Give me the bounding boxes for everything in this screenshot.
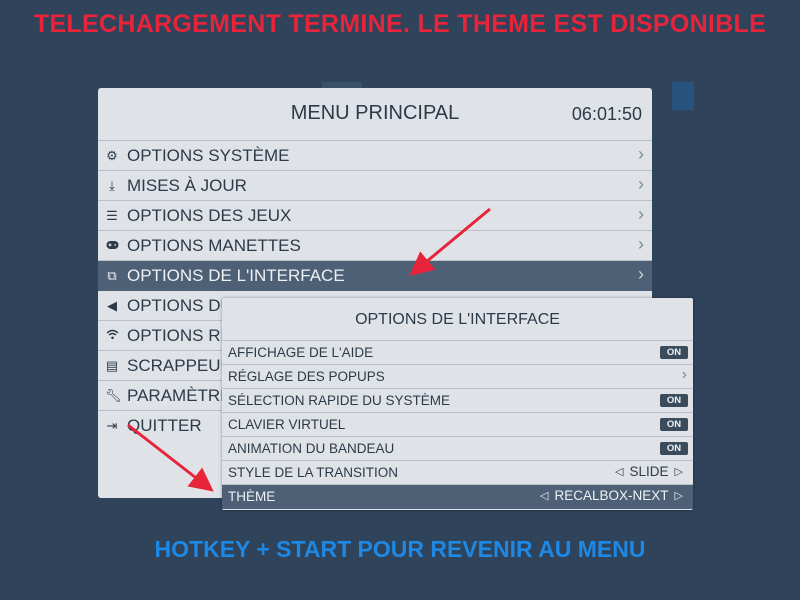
quick-system-select-toggle[interactable]: ON xyxy=(660,394,688,407)
option-quick-system-select[interactable]: SÉLECTION RAPIDE DU SYSTÈME ON xyxy=(222,389,693,413)
option-label: RÉGLAGE DES POPUPS xyxy=(228,369,385,384)
option-transition-style[interactable]: STYLE DE LA TRANSITION ◁ SLIDE ▷ xyxy=(222,461,693,485)
option-label: THÈME xyxy=(228,489,276,504)
interface-icon: ⧉ xyxy=(107,267,117,283)
arrow-right-icon[interactable]: ▷ xyxy=(675,489,683,502)
chevron-right-icon: › xyxy=(681,366,687,383)
interface-menu-title: OPTIONS DE L'INTERFACE xyxy=(222,298,693,341)
menu-item-label: OPTIONS DU xyxy=(127,295,233,315)
menu-item-label: OPTIONS SYSTÈME xyxy=(127,145,290,165)
menu-item-label: SCRAPPEUR xyxy=(127,355,233,375)
menu-item-updates[interactable]: ⤓ MISES À JOUR › xyxy=(98,171,652,201)
chevron-right-icon: › xyxy=(638,144,644,164)
speaker-icon: ◀ xyxy=(107,297,117,313)
help-display-toggle[interactable]: ON xyxy=(660,346,688,359)
menu-item-label: OPTIONS MANETTES xyxy=(127,235,301,255)
wrench-icon: 🔧︎ xyxy=(105,387,122,403)
option-theme[interactable]: THÈME ◁ RECALBOX-NEXT ▷ xyxy=(222,485,693,509)
option-banner-animation[interactable]: ANIMATION DU BANDEAU ON xyxy=(222,437,693,461)
exit-icon: ⇥ xyxy=(106,417,118,433)
option-label: STYLE DE LA TRANSITION xyxy=(228,465,399,480)
menu-item-label: OPTIONS DES JEUX xyxy=(127,205,292,225)
virtual-keyboard-toggle[interactable]: ON xyxy=(660,418,688,431)
chevron-right-icon: › xyxy=(638,174,644,194)
sliders-icon: ☰ xyxy=(106,207,118,223)
picker-value: RECALBOX-NEXT xyxy=(554,488,669,503)
arrow-right-icon[interactable]: ▷ xyxy=(675,465,683,478)
option-virtual-keyboard[interactable]: CLAVIER VIRTUEL ON xyxy=(222,413,693,437)
option-label: CLAVIER VIRTUEL xyxy=(228,417,346,432)
main-menu-title: MENU PRINCIPAL xyxy=(290,102,460,124)
menu-item-game-options[interactable]: ☰ OPTIONS DES JEUX › xyxy=(98,201,652,231)
option-label: SÉLECTION RAPIDE DU SYSTÈME xyxy=(228,393,451,408)
main-menu-header: MENU PRINCIPAL 06:01:50 xyxy=(98,88,652,141)
wifi-icon xyxy=(105,328,119,343)
menu-item-label: QUITTER xyxy=(127,415,202,435)
interface-options-menu: OPTIONS DE L'INTERFACE AFFICHAGE DE L'AI… xyxy=(222,298,693,510)
clock: 06:01:50 xyxy=(571,104,642,124)
option-label: ANIMATION DU BANDEAU xyxy=(228,441,395,456)
return-hint-banner: HOTKEY + START POUR REVENIR AU MENU xyxy=(154,536,646,562)
arrow-left-icon[interactable]: ◁ xyxy=(540,489,548,502)
menu-item-interface-options[interactable]: ⧉ OPTIONS DE L'INTERFACE › xyxy=(98,261,652,291)
option-popup-settings[interactable]: RÉGLAGE DES POPUPS › xyxy=(222,365,693,389)
chevron-right-icon: › xyxy=(638,264,644,284)
arrow-left-icon[interactable]: ◁ xyxy=(615,465,623,478)
menu-item-label: OPTIONS RE xyxy=(127,325,232,345)
option-help-display[interactable]: AFFICHAGE DE L'AIDE ON xyxy=(222,341,693,365)
gamepad-icon xyxy=(105,238,119,253)
menu-item-system-options[interactable]: ⚙ OPTIONS SYSTÈME › xyxy=(98,141,652,171)
gears-icon: ⚙ xyxy=(106,147,118,163)
chevron-right-icon: › xyxy=(638,234,644,254)
picker-value: SLIDE xyxy=(629,464,669,479)
menu-item-controller-options[interactable]: OPTIONS MANETTES › xyxy=(98,231,652,261)
theme-picker[interactable]: ◁ RECALBOX-NEXT ▷ xyxy=(534,488,689,503)
chevron-right-icon: › xyxy=(638,204,644,224)
option-label: AFFICHAGE DE L'AIDE xyxy=(228,345,374,360)
download-icon: ⤓ xyxy=(109,177,115,193)
scraper-icon: ▤ xyxy=(105,357,119,373)
download-complete-banner: TELECHARGEMENT TERMINE. LE THEME EST DIS… xyxy=(33,10,767,38)
transition-style-picker[interactable]: ◁ SLIDE ▷ xyxy=(609,464,689,479)
background-tile xyxy=(672,82,694,110)
menu-item-label: OPTIONS DE L'INTERFACE xyxy=(127,265,345,285)
menu-item-label: PARAMÈTRE xyxy=(127,385,232,405)
menu-item-label: MISES À JOUR xyxy=(127,175,247,195)
banner-animation-toggle[interactable]: ON xyxy=(660,442,688,455)
